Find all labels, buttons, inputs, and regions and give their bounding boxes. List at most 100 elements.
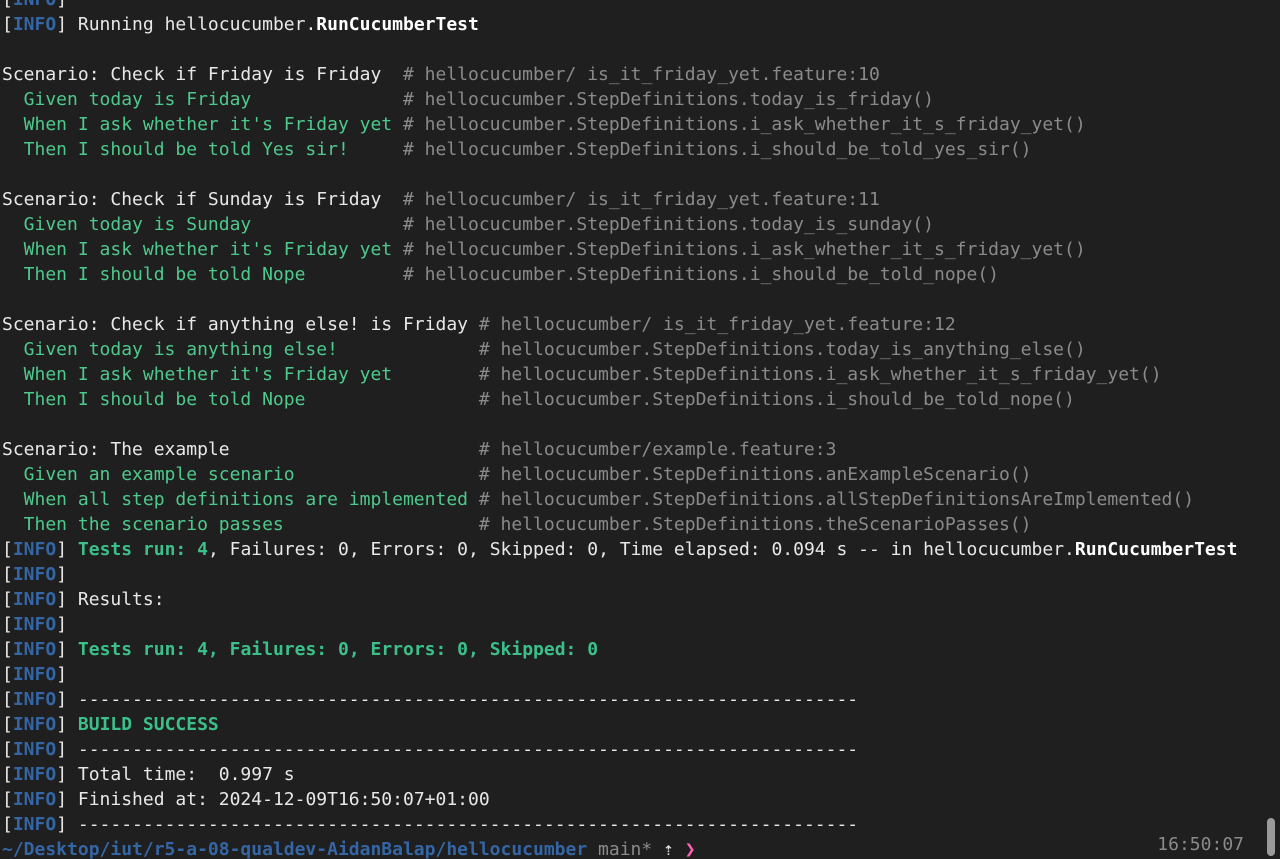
terminal-text: RunCucumberTest [1074,539,1238,560]
terminal-text: # hellocucumber.StepDefinitions.i_ask_wh… [478,364,1162,385]
terminal-line: Then I should be told Nope # hellocucumb… [2,387,1237,412]
terminal-text: [ [2,814,13,835]
log-level-tag: INFO [12,589,57,610]
log-level-tag: INFO [12,689,57,710]
terminal-line: Scenario: Check if Sunday is Friday # he… [2,187,1237,212]
terminal-text: [ [2,539,13,560]
terminal-line: When I ask whether it's Friday yet # hel… [2,362,1237,387]
terminal-text: Given today is anything else! [2,339,479,360]
terminal-text: ] --------------------------------------… [56,814,859,835]
terminal-line: Then I should be told Nope # hellocucumb… [2,262,1237,287]
shell-prompt-line: ~/Desktop/iut/r5-a-08-qualdev-AidanBalap… [2,837,1237,859]
terminal-line: Scenario: Check if anything else! is Fri… [2,312,1237,337]
terminal-text: [ [2,789,13,810]
terminal-text: # hellocucumber.StepDefinitions.i_should… [402,139,1032,160]
terminal-text: Then I should be told Nope [2,389,479,410]
terminal-text: # hellocucumber.StepDefinitions.i_should… [402,264,999,285]
terminal-text: [ [2,739,13,760]
terminal-text: ] Total time: 0.997 s [56,764,295,785]
terminal-text: [ [2,589,13,610]
terminal-line: Then I should be told Yes sir! # hellocu… [2,137,1237,162]
terminal-text: # hellocucumber.StepDefinitions.theScena… [478,514,1032,535]
log-level-tag: INFO [12,739,57,760]
terminal-line: Then the scenario passes # hellocucumber… [2,512,1237,537]
terminal-line: Given today is Friday # hellocucumber.St… [2,87,1237,112]
terminal-text: Scenario: Check if Friday is Friday [2,64,403,85]
terminal-text: ] [56,714,78,735]
terminal-text: # hellocucumber/example.feature:3 [478,439,837,460]
terminal-text: ] [56,0,67,10]
terminal-text: ] --------------------------------------… [56,689,859,710]
terminal-text: Then I should be told Yes sir! [2,139,403,160]
terminal-line: [INFO] BUILD SUCCESS [2,712,1237,737]
terminal-text: ] [56,564,68,585]
terminal-text: Given an example scenario [2,464,479,485]
terminal-line: Given an example scenario # hellocucumbe… [2,462,1237,487]
terminal-line: When I ask whether it's Friday yet # hel… [2,112,1237,137]
terminal-text: ] --------------------------------------… [56,739,859,760]
terminal-text: When I ask whether it's Friday yet [2,364,479,385]
terminal-output: [INFO][INFO] Running hellocucumber.RunCu… [2,0,1237,859]
terminal-text: # hellocucumber.StepDefinitions.anExampl… [478,464,1032,485]
terminal-line: [INFO] [2,612,1237,637]
terminal-text: RunCucumberTest [316,14,479,35]
terminal-line: When all step definitions are implemente… [2,487,1237,512]
terminal-text: # hellocucumber.StepDefinitions.i_ask_wh… [402,239,1086,260]
terminal-text: Given today is Friday [2,89,403,110]
scrollbar-thumb[interactable] [1267,818,1275,856]
terminal-text: # hellocucumber.StepDefinitions.today_is… [402,89,934,110]
terminal-text: When all step definitions are implemente… [2,489,479,510]
terminal-text: ] Finished at: 2024-12-09T16:50:07+01:00 [56,789,490,810]
log-level-tag: INFO [12,764,57,785]
terminal-text: [ [2,639,13,660]
terminal-line: When I ask whether it's Friday yet # hel… [2,237,1237,262]
prompt-timestamp: 16:50:07 [1157,834,1244,855]
terminal-line: [INFO] Total time: 0.997 s [2,762,1237,787]
terminal-text: [ [2,14,13,35]
log-level-tag: INFO [12,714,57,735]
terminal-line: [INFO] ---------------------------------… [2,737,1237,762]
terminal-text: [ [2,689,13,710]
terminal-line: [INFO] Tests run: 4, Failures: 0, Errors… [2,537,1237,562]
terminal-text: ] [56,614,68,635]
terminal-text: [ [2,714,13,735]
terminal-text: ] [56,639,78,660]
terminal-text: # hellocucumber/ is_it_friday_yet.featur… [402,189,880,210]
terminal-text: Scenario: The example [2,439,479,460]
terminal-text: # hellocucumber/ is_it_friday_yet.featur… [402,64,880,85]
log-level-tag: ~/Desktop/iut/r5-a-08-qualdev-AidanBalap… [2,839,588,859]
log-level-tag: INFO [13,0,56,10]
log-level-tag: INFO [12,664,57,685]
terminal-line: [INFO] ---------------------------------… [2,687,1237,712]
terminal-text: # hellocucumber.StepDefinitions.i_ask_wh… [402,114,1086,135]
terminal-line: [INFO] Results: [2,587,1237,612]
terminal-text: # hellocucumber/ is_it_friday_yet.featur… [478,314,956,335]
log-level-tag: INFO [12,564,57,585]
terminal-text: # hellocucumber.StepDefinitions.i_should… [478,389,1075,410]
terminal-text: [ [2,0,13,10]
terminal-text: , Failures: 0, Errors: 0, Skipped: 0, Ti… [207,539,1075,560]
terminal-text: BUILD SUCCESS [77,714,219,735]
terminal-text: Given today is Sunday [2,214,403,235]
terminal-text: Tests run: 4 [77,539,208,560]
log-level-tag: INFO [12,814,57,835]
terminal-text: Then I should be told Nope [2,264,403,285]
terminal-window[interactable]: [INFO][INFO] Running hellocucumber.RunCu… [0,0,1280,859]
terminal-text: ] Running hellocucumber. [56,14,317,35]
log-level-tag: INFO [12,614,57,635]
terminal-text: Then the scenario passes [2,514,479,535]
terminal-line: [INFO] [2,562,1237,587]
terminal-line: Scenario: Check if Friday is Friday # he… [2,62,1237,87]
terminal-line: [INFO] [2,0,1237,12]
terminal-text: Scenario: Check if anything else! is Fri… [2,314,479,335]
terminal-text: [ [2,764,13,785]
log-level-tag: INFO [12,539,57,560]
terminal-line: [INFO] Finished at: 2024-12-09T16:50:07+… [2,787,1237,812]
log-level-tag: INFO [12,14,57,35]
terminal-text: # hellocucumber.StepDefinitions.today_is… [402,214,934,235]
terminal-text: Tests run: 4, Failures: 0, Errors: 0, Sk… [77,639,599,660]
terminal-line: [INFO] Tests run: 4, Failures: 0, Errors… [2,637,1237,662]
